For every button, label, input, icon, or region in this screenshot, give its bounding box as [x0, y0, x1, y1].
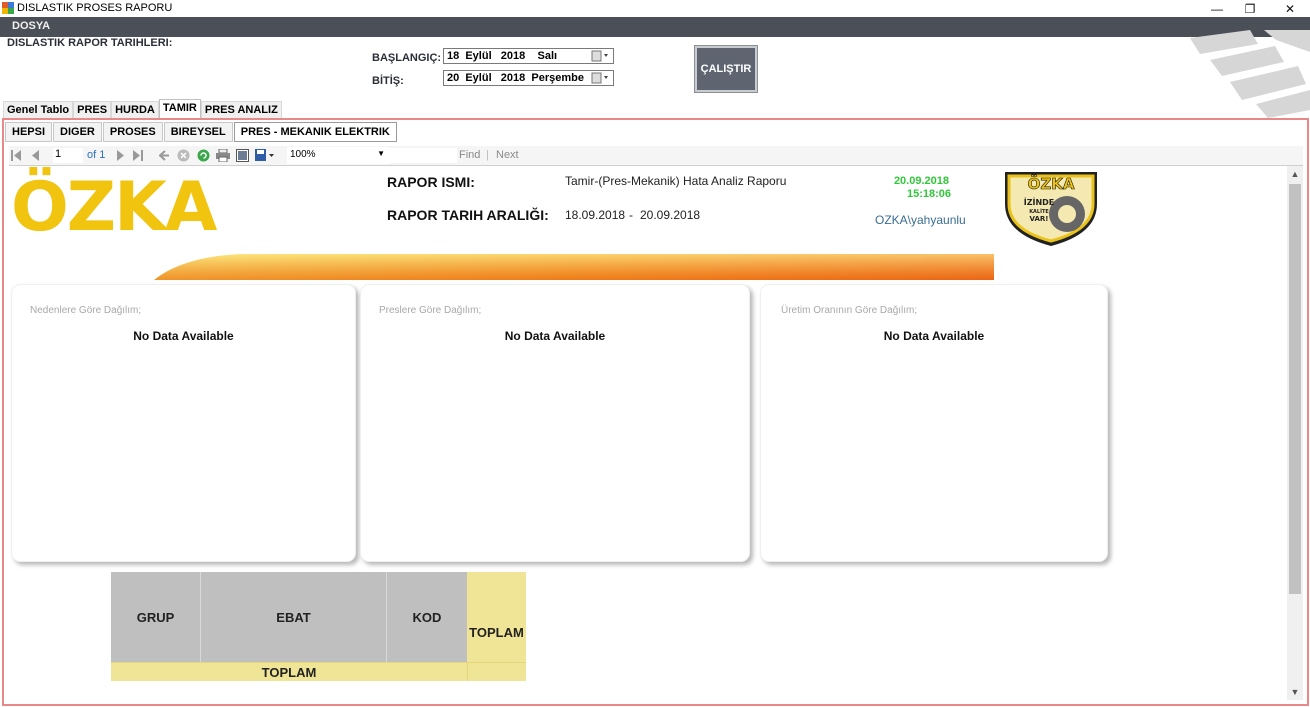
print-date: 20.09.2018: [893, 175, 949, 187]
table-footer-total-cell: [467, 662, 526, 681]
chart-production-rate: Üretim Oranının Göre Dağılım; No Data Av…: [760, 284, 1108, 562]
report-name-label: RAPOR ISMI:: [387, 174, 475, 190]
calendar-dropdown-icon[interactable]: [591, 50, 611, 62]
table-header-toplam: TOPLAM: [467, 572, 526, 662]
scroll-thumb[interactable]: [1289, 184, 1301, 594]
start-date-label: BAŞLANGIÇ:: [372, 52, 442, 64]
next-link[interactable]: Next: [496, 149, 519, 161]
chart-title: Nedenlere Göre Dağılım;: [30, 305, 142, 316]
tab-tamir[interactable]: TAMIR: [158, 99, 201, 118]
start-date-value: 18 Eylül 2018 Salı: [447, 50, 558, 62]
report-range-label: RAPOR TARIH ARALIĞI:: [387, 207, 549, 223]
chevron-down-icon: ▼: [377, 149, 385, 158]
window-title: DISLASTIK PROSES RAPORU: [17, 2, 173, 14]
end-date-label: BİTİŞ:: [372, 75, 404, 87]
table-header-ebat: EBAT: [201, 572, 387, 662]
ozka-badge-logo: ÖZKA İZİNDE KALİTE VAR!: [1005, 172, 1097, 246]
report-user: OZKA\yahyaunlu: [875, 213, 966, 227]
calendar-dropdown-icon[interactable]: [591, 72, 611, 84]
scroll-up-icon[interactable]: ▲: [1287, 166, 1303, 182]
next-page-icon[interactable]: [117, 150, 125, 161]
tab-hepsi[interactable]: HEPSI: [5, 122, 53, 142]
chart-presses: Preslere Göre Dağılım; No Data Available: [360, 284, 750, 562]
scroll-down-icon[interactable]: ▼: [1287, 684, 1303, 700]
tab-pres-mekanik-elektrik[interactable]: PRES - MEKANIK ELEKTRIK: [233, 122, 397, 142]
chart-reasons: Nedenlere Göre Dağılım; No Data Availabl…: [11, 284, 356, 562]
previous-page-icon[interactable]: [31, 150, 39, 161]
report-scrollbar[interactable]: ▲ ▼: [1287, 166, 1303, 700]
start-date-picker[interactable]: 18 Eylül 2018 Salı: [443, 48, 614, 64]
tab-proses[interactable]: PROSES: [102, 122, 163, 142]
zoom-select[interactable]: 100% ▼: [287, 147, 389, 164]
no-data-label: No Data Available: [504, 329, 606, 343]
report-range-start: 18.09.2018: [565, 208, 626, 222]
menu-bar: DOSYA: [0, 17, 1310, 37]
page-layout-icon[interactable]: [236, 149, 249, 162]
no-data-label: No Data Available: [883, 329, 985, 343]
chart-title: Üretim Oranının Göre Dağılım;: [781, 305, 918, 316]
menu-dosya[interactable]: DOSYA: [12, 20, 50, 32]
tab-hurda[interactable]: HURDA: [111, 101, 159, 118]
title-bar: DISLASTIK PROSES RAPORU — ❐ ✕: [0, 0, 1310, 17]
find-separator: |: [486, 149, 489, 161]
back-icon[interactable]: [159, 150, 169, 161]
flame-banner: [154, 254, 994, 280]
find-link[interactable]: Find: [459, 149, 480, 161]
close-button[interactable]: ✕: [1270, 0, 1310, 17]
page-count-label: of 1: [87, 149, 106, 161]
tab-pres[interactable]: PRES: [73, 101, 112, 118]
chart-title: Preslere Göre Dağılım;: [379, 305, 482, 316]
app-icon: [2, 2, 14, 14]
end-date-value: 20 Eylül 2018 Perşembe: [447, 72, 584, 84]
badge-line-3: VAR!: [1030, 215, 1049, 223]
sub-tab-strip: HEPSI DIGER PROSES BIREYSEL PRES - MEKAN…: [5, 122, 398, 142]
table-header-grup: GRUP: [111, 572, 201, 662]
tab-bireysel[interactable]: BIREYSEL: [163, 122, 233, 142]
page-number-input[interactable]: 1: [53, 148, 83, 163]
ozka-logo: ÖZKA: [11, 168, 217, 247]
print-time: 15:18:06: [906, 188, 951, 200]
badge-line-2: KALİTE: [1029, 208, 1049, 215]
main-tab-strip: Genel Tablo PRES HURDA TAMIR PRES ANALIZ: [3, 99, 282, 118]
restore-button[interactable]: ❐: [1230, 0, 1270, 17]
badge-brand: ÖZKA: [1028, 174, 1075, 193]
tab-pres-analiz[interactable]: PRES ANALIZ: [200, 101, 282, 118]
end-date-picker[interactable]: 20 Eylül 2018 Perşembe: [443, 70, 614, 86]
tire-tread-watermark: [1190, 30, 1310, 118]
report-range-separator: -: [629, 208, 633, 222]
first-page-icon[interactable]: [11, 150, 21, 161]
print-icon[interactable]: [216, 149, 230, 162]
stop-icon[interactable]: [177, 149, 190, 162]
export-icon[interactable]: [255, 149, 275, 162]
last-page-icon[interactable]: [133, 150, 143, 161]
report-dates-label: DISLASTIK RAPOR TARIHLERI:: [7, 37, 173, 49]
table-footer-toplam: TOPLAM: [111, 662, 467, 681]
report-name-value: Tamir-(Pres-Mekanik) Hata Analiz Raporu: [565, 174, 787, 188]
tab-diger[interactable]: DIGER: [53, 122, 102, 142]
tab-genel-tablo[interactable]: Genel Tablo: [3, 101, 74, 118]
report-page: ÖZKA RAPOR ISMI: Tamir-(Pres-Mekanik) Ha…: [9, 166, 1285, 700]
table-header-kod: KOD: [387, 572, 467, 662]
no-data-label: No Data Available: [133, 329, 234, 343]
run-button[interactable]: ÇALIŞTIR: [694, 45, 758, 93]
report-toolbar: 1 of 1 100% ▼ Find | Next: [9, 146, 1303, 166]
zoom-value: 100%: [290, 149, 316, 160]
report-range-end: 20.09.2018: [640, 208, 701, 222]
refresh-icon[interactable]: [197, 149, 210, 162]
badge-line-1: İZİNDE: [1024, 197, 1055, 207]
find-input[interactable]: [387, 148, 457, 163]
